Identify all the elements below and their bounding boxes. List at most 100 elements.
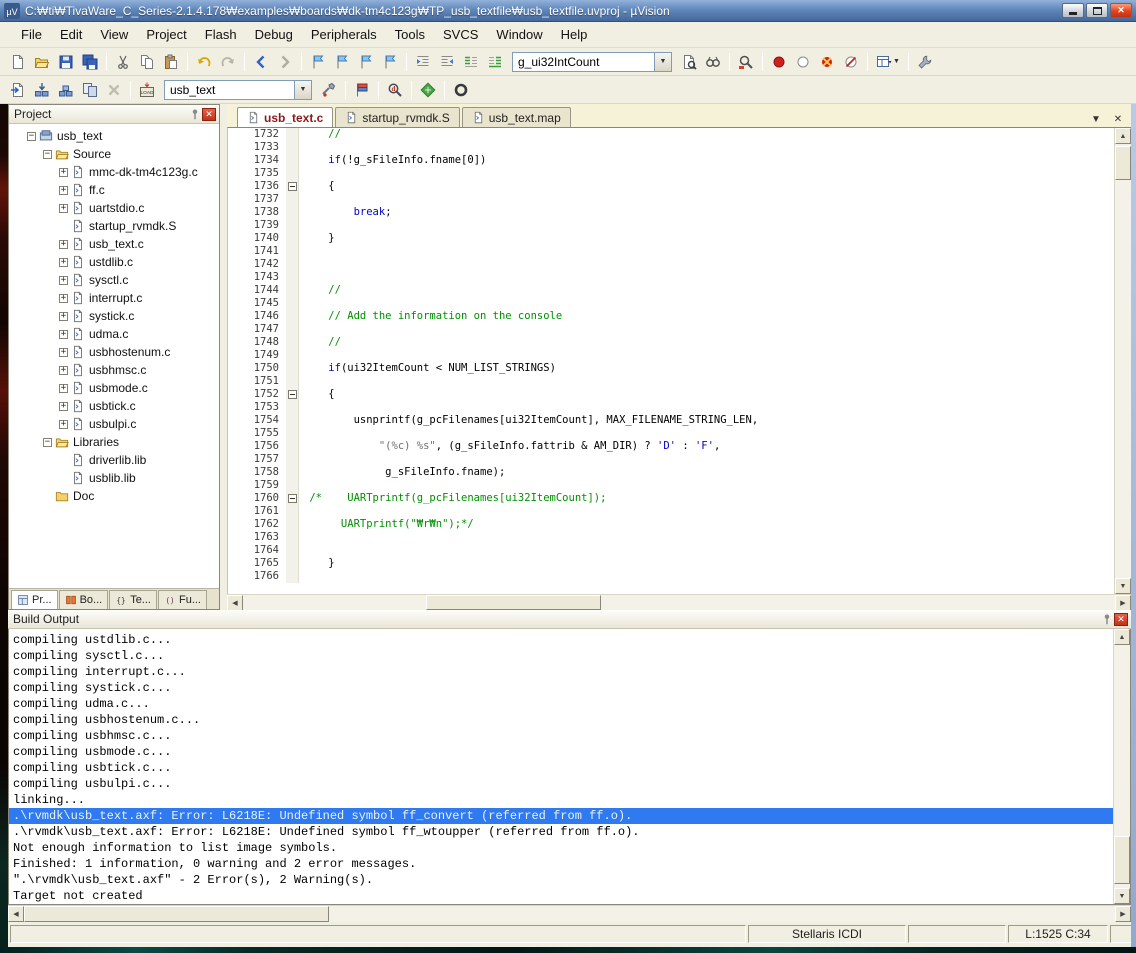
tree-item-systick-c[interactable]: + systick.c (9, 307, 219, 325)
expand-icon[interactable]: + (59, 239, 68, 249)
tab-list-dropdown-icon[interactable]: ▼ (1088, 111, 1104, 127)
tree-item-usb-text-c[interactable]: + usb_text.c (9, 235, 219, 253)
breakpoint-disable-button[interactable] (791, 51, 815, 73)
expand-icon[interactable]: + (59, 329, 68, 339)
scroll-track[interactable] (24, 906, 1115, 922)
build-output-line[interactable]: compiling usbhostenum.c... (9, 712, 1113, 728)
expand-icon[interactable]: + (59, 419, 68, 429)
tree-item-usb-text[interactable]: − usb_text (9, 127, 219, 145)
build-output-line[interactable]: compiling ustdlib.c... (9, 632, 1113, 648)
menu-item-edit[interactable]: Edit (51, 23, 91, 46)
menu-item-tools[interactable]: Tools (386, 23, 434, 46)
chevron-down-icon[interactable]: ▼ (893, 58, 900, 65)
expand-icon[interactable]: + (59, 293, 68, 303)
tree-item-udma-c[interactable]: + udma.c (9, 325, 219, 343)
tree-item-ustdlib-c[interactable]: + ustdlib.c (9, 253, 219, 271)
close-button[interactable]: ✕ (1110, 3, 1132, 18)
download-flash-button[interactable]: LOAD (135, 79, 159, 101)
build-output-line[interactable]: .\rvmdk\usb_text.axf: Error: L6218E: Und… (9, 824, 1113, 840)
expand-icon[interactable]: + (59, 167, 68, 177)
search-combobox[interactable]: g_ui32IntCount ▼ (512, 51, 672, 72)
tree-item-usblib-lib[interactable]: +usblib.lib (9, 469, 219, 487)
find-button[interactable] (734, 51, 758, 73)
menu-item-flash[interactable]: Flash (196, 23, 246, 46)
breakpoint-kill-all-button[interactable] (815, 51, 839, 73)
build-output-line[interactable]: compiling usbhmsc.c... (9, 728, 1113, 744)
tree-item-sysctl-c[interactable]: + sysctl.c (9, 271, 219, 289)
find-in-files-next-button[interactable] (701, 51, 725, 73)
cut-button[interactable] (111, 51, 135, 73)
build-output-line[interactable]: compiling usbtick.c... (9, 760, 1113, 776)
menu-item-file[interactable]: File (12, 23, 51, 46)
menu-item-help[interactable]: Help (552, 23, 597, 46)
maximize-button[interactable] (1086, 3, 1108, 18)
build-output-line[interactable]: linking... (9, 792, 1113, 808)
collapse-icon[interactable]: − (43, 149, 52, 159)
expand-icon[interactable]: + (59, 401, 68, 411)
menu-item-svcs[interactable]: SVCS (434, 23, 487, 46)
nav-forward-button[interactable] (273, 51, 297, 73)
collapse-icon[interactable]: − (27, 131, 36, 141)
expand-icon[interactable]: + (59, 185, 68, 195)
menu-item-view[interactable]: View (91, 23, 137, 46)
scroll-thumb[interactable] (1114, 836, 1130, 884)
build-output-line[interactable]: Not enough information to list image sym… (9, 840, 1113, 856)
comment-selection-button[interactable] (459, 51, 483, 73)
tree-item-source[interactable]: − Source (9, 145, 219, 163)
paste-button[interactable] (159, 51, 183, 73)
scroll-thumb[interactable] (1115, 146, 1131, 180)
build-vertical-scrollbar[interactable]: ▲ ▼ (1113, 629, 1130, 904)
menu-item-debug[interactable]: Debug (246, 23, 302, 46)
close-panel-icon[interactable]: ✕ (202, 107, 216, 121)
scroll-track[interactable] (1115, 144, 1131, 578)
close-file-icon[interactable]: ✕ (1110, 111, 1126, 127)
breakpoint-disable-all-button[interactable] (839, 51, 863, 73)
tree-item-uartstdio-c[interactable]: + uartstdio.c (9, 199, 219, 217)
bookmark-prev-button[interactable] (330, 51, 354, 73)
build-output-line[interactable]: compiling usbmode.c... (9, 744, 1113, 760)
options-for-target-button[interactable] (317, 79, 341, 101)
tree-item-usbhmsc-c[interactable]: + usbhmsc.c (9, 361, 219, 379)
menu-item-project[interactable]: Project (137, 23, 195, 46)
build-output-line[interactable]: compiling sysctl.c... (9, 648, 1113, 664)
build-output-line[interactable]: compiling usbulpi.c... (9, 776, 1113, 792)
expand-icon[interactable]: + (59, 275, 68, 285)
panel-tab-te[interactable]: {} Te... (109, 590, 157, 609)
scroll-down-icon[interactable]: ▼ (1115, 578, 1131, 594)
panel-tab-pr[interactable]: Pr... (11, 590, 58, 609)
file-extensions-button[interactable] (350, 79, 374, 101)
redo-button[interactable] (216, 51, 240, 73)
chevron-down-icon[interactable]: ▼ (654, 52, 671, 71)
pin-icon[interactable] (1099, 612, 1114, 626)
collapse-icon[interactable]: − (43, 437, 52, 447)
editor-tab-startup-rvmdk-s[interactable]: startup_rvmdk.S (335, 107, 460, 127)
panel-tab-fu[interactable]: () Fu... (157, 590, 207, 609)
tree-item-driverlib-lib[interactable]: +driverlib.lib (9, 451, 219, 469)
tree-item-usbmode-c[interactable]: + usbmode.c (9, 379, 219, 397)
build-output-line[interactable]: Finished: 1 information, 0 warning and 2… (9, 856, 1113, 872)
tree-item-libraries[interactable]: − Libraries (9, 433, 219, 451)
editor-tab-usb-text-c[interactable]: usb_text.c (237, 107, 334, 127)
window-layout-button[interactable]: ▼ (872, 51, 904, 73)
build-output-line[interactable]: compiling systick.c... (9, 680, 1113, 696)
find-in-files-button[interactable] (677, 51, 701, 73)
stop-build-button[interactable] (102, 79, 126, 101)
menu-item-window[interactable]: Window (487, 23, 551, 46)
save-button[interactable] (54, 51, 78, 73)
scroll-right-icon[interactable]: ▶ (1115, 906, 1131, 922)
code-editor[interactable]: 1732 //1733 1734 if(!g_sFileInfo.fname[0]… (228, 128, 1114, 594)
tree-item-usbulpi-c[interactable]: + usbulpi.c (9, 415, 219, 433)
open-file-button[interactable] (30, 51, 54, 73)
rte-manage-button[interactable] (416, 79, 440, 101)
minimize-button[interactable] (1062, 3, 1084, 18)
uncomment-selection-button[interactable] (483, 51, 507, 73)
bookmark-clear-all-button[interactable] (378, 51, 402, 73)
fold-collapse-icon[interactable] (287, 390, 297, 399)
scroll-thumb[interactable] (426, 595, 601, 610)
expand-icon[interactable]: + (59, 383, 68, 393)
expand-icon[interactable]: + (59, 365, 68, 375)
expand-icon[interactable]: + (59, 257, 68, 267)
expand-icon[interactable]: + (59, 311, 68, 321)
build-horizontal-scrollbar[interactable]: ◀ ▶ (8, 905, 1131, 922)
tree-item-mmc-dk-tm4c123g-c[interactable]: + mmc-dk-tm4c123g.c (9, 163, 219, 181)
